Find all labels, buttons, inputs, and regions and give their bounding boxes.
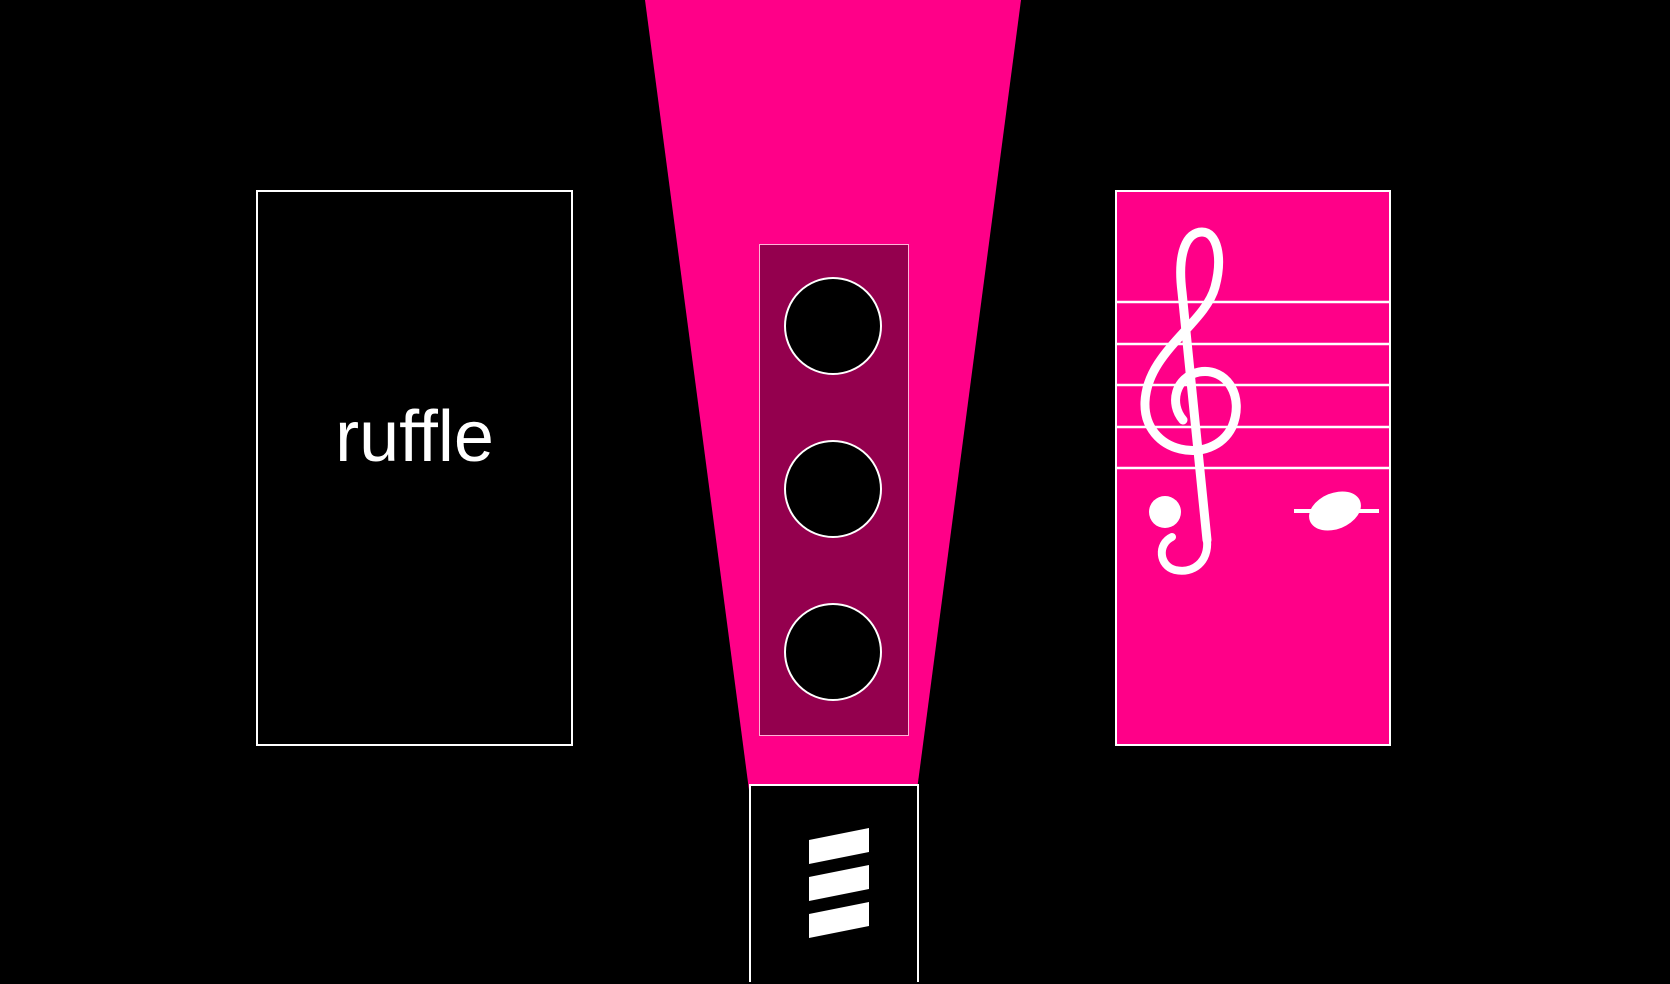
logo-card[interactable] [749, 784, 919, 982]
dot-3 [784, 603, 882, 701]
word-card[interactable]: ruffle [256, 190, 573, 746]
dot-2 [784, 440, 882, 538]
note-head [1309, 491, 1361, 531]
three-stripes-logo-icon [809, 828, 869, 938]
music-card[interactable] [1115, 190, 1391, 746]
logo-stripe-1 [809, 828, 869, 864]
logo-stripe-2 [809, 865, 869, 901]
dots-card[interactable] [759, 244, 909, 736]
treble-clef-dot [1149, 496, 1181, 528]
logo-stripe-3 [809, 902, 869, 938]
word-label: ruffle [335, 397, 494, 477]
treble-clef-staff-note-icon [1117, 227, 1389, 575]
dot-1 [784, 277, 882, 375]
